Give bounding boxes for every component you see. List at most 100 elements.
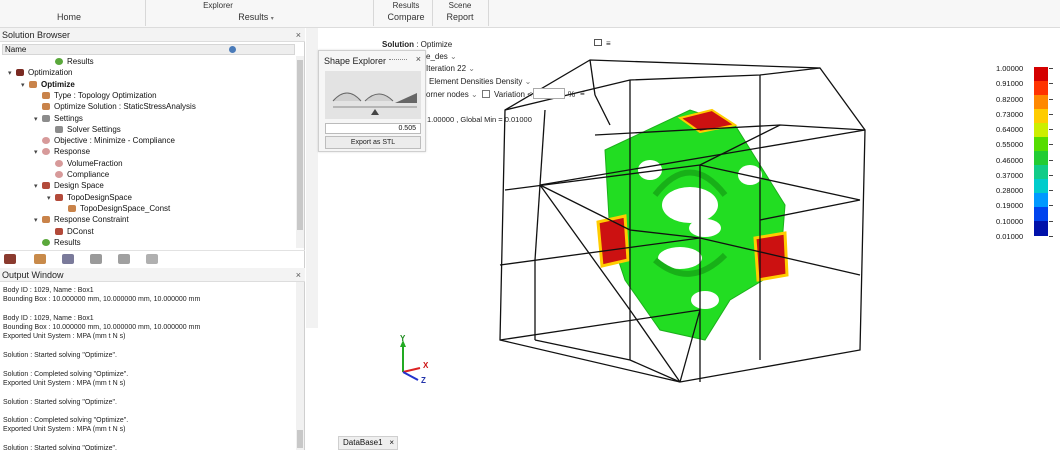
expand-arrow-icon[interactable]: ▾: [8, 68, 16, 79]
expand-arrow-icon[interactable]: ▾: [34, 181, 42, 192]
tree-item[interactable]: Objective : Minimize - Compliance: [34, 135, 175, 146]
shape-explorer-title: Shape Explorer: [324, 56, 387, 66]
scrollbar-thumb[interactable]: [297, 60, 303, 230]
legend-swatch: [1034, 67, 1048, 82]
home-tab[interactable]: Home: [52, 12, 86, 22]
legend-value: 0.73000: [996, 109, 1024, 119]
design-space-icon: [42, 182, 50, 190]
tree-item[interactable]: Compliance: [47, 169, 109, 180]
tree-item-label: Solver Settings: [67, 124, 121, 134]
result-type-selector[interactable]: Element Densities Density ⌄: [429, 77, 531, 86]
legend-swatch: [1034, 221, 1048, 236]
tree-item[interactable]: ▾ Optimization: [8, 67, 72, 78]
legend-tick: [1049, 174, 1053, 176]
analysis-tool-icon[interactable]: [34, 254, 46, 264]
shape-slider-panel: [325, 71, 421, 119]
results-menu-button[interactable]: Results ▾: [236, 12, 276, 22]
tree-item-label: Response: [54, 147, 91, 157]
mesh-tool-icon[interactable]: [62, 254, 74, 264]
expand-arrow-icon[interactable]: ▾: [34, 147, 42, 158]
explorer-button[interactable]: Explorer: [198, 1, 238, 10]
legend-tick: [1049, 220, 1053, 222]
output-scrollbar[interactable]: [296, 282, 304, 450]
solution-browser-title: Solution Browser: [2, 30, 71, 40]
variation-checkbox[interactable]: [482, 90, 490, 98]
tree-item[interactable]: Results: [34, 237, 81, 248]
scrollbar-thumb[interactable]: [297, 430, 303, 448]
chevron-down-icon: ⌄: [524, 77, 532, 86]
close-icon[interactable]: ×: [416, 54, 421, 64]
close-icon[interactable]: ×: [296, 268, 301, 282]
legend-swatch: [1034, 179, 1048, 194]
menu-icon[interactable]: ≡: [580, 89, 585, 98]
output-window-title: Output Window: [2, 270, 64, 280]
name-column-header[interactable]: Name: [2, 44, 295, 55]
tree-item[interactable]: TopoDesignSpace_Const: [60, 203, 170, 214]
percent-label: %: [568, 90, 576, 99]
legend-value: 1.00000: [996, 64, 1024, 73]
variation-input[interactable]: [533, 88, 565, 99]
legend-value: 0.82000: [996, 94, 1024, 104]
tree-item[interactable]: Solver Settings: [47, 124, 121, 135]
export-stl-button[interactable]: Export as STL: [325, 136, 421, 149]
database-tab[interactable]: DataBase1 ×: [338, 436, 398, 450]
global-range-text: 1.00000 , Global Min = 0.01000: [427, 115, 532, 124]
tree-item[interactable]: ▾ Response: [34, 146, 90, 157]
tree-item-label: Type : Topology Optimization: [54, 90, 157, 100]
tree-item[interactable]: ▾ Settings: [34, 113, 83, 124]
legend-value: 0.28000: [996, 186, 1024, 196]
objective-icon: [42, 137, 50, 145]
expand-arrow-icon[interactable]: ▾: [21, 80, 29, 91]
legend-value: 0.01000: [996, 232, 1024, 241]
legend-swatch: [1034, 151, 1048, 166]
output-window: Output Window × Body ID : 1029, Name : B…: [0, 268, 305, 450]
tree-item[interactable]: Optimize Solution : StaticStressAnalysis: [34, 101, 196, 112]
ribbon-separator: [373, 0, 374, 26]
tree-item[interactable]: ▾ Optimize: [21, 79, 75, 90]
chevron-down-icon: ⌄: [450, 52, 457, 61]
material-tool-icon[interactable]: [90, 254, 102, 264]
expand-arrow-icon[interactable]: ▾: [34, 215, 42, 226]
scene-top: Scene: [448, 1, 472, 10]
legend-swatch: [1034, 207, 1048, 222]
tree-item[interactable]: Results: [47, 56, 94, 67]
tree-item[interactable]: DConst: [47, 226, 94, 237]
tree-item[interactable]: ▾ Design Space: [34, 180, 104, 191]
tree-item[interactable]: ▾ Response Constraint: [34, 214, 129, 225]
legend-swatch: [1034, 165, 1048, 180]
tree-item-label: Settings: [54, 113, 83, 123]
globe-icon[interactable]: [229, 46, 236, 53]
tree-item[interactable]: VolumeFraction: [47, 158, 123, 169]
results-icon: [55, 58, 63, 65]
view-tool-icon[interactable]: [118, 254, 130, 264]
save-icon[interactable]: [594, 39, 602, 46]
report-tool-icon[interactable]: [146, 254, 158, 264]
tree-item-label: Results: [67, 57, 94, 66]
geometry-tool-icon[interactable]: [4, 254, 16, 264]
tree-scrollbar[interactable]: [296, 56, 304, 248]
variation-label: Variation <: [494, 90, 532, 99]
tree-item-label: Compliance: [67, 170, 110, 179]
results-icon: [42, 238, 50, 246]
expand-arrow-icon[interactable]: ▾: [47, 193, 55, 204]
design-selector[interactable]: e_des ⌄: [426, 52, 457, 61]
expand-arrow-icon[interactable]: ▾: [34, 114, 42, 125]
solution-browser: Solution Browser × Name Results ▾ Optimiza…: [0, 28, 305, 268]
x-axis-label: X: [423, 361, 429, 370]
threshold-input[interactable]: 0.505: [325, 123, 421, 134]
tree-item[interactable]: ▾ TopoDesignSpace: [47, 192, 132, 203]
tree-item[interactable]: Type : Topology Optimization: [34, 90, 157, 101]
tree-item-label: TopoDesignSpace: [67, 192, 132, 202]
tree-item-label: Optimize Solution : StaticStressAnalysis: [54, 102, 196, 112]
close-icon[interactable]: ×: [389, 437, 394, 449]
iteration-selector[interactable]: Iteration 22 ⌄: [426, 64, 475, 73]
report-button[interactable]: Report: [440, 12, 480, 22]
corner-nodes-option[interactable]: orner nodes ⌄: [426, 90, 478, 99]
legend-value: 0.64000: [996, 125, 1024, 135]
corner-nodes-label: orner nodes: [426, 90, 469, 99]
drag-handle[interactable]: [389, 59, 407, 60]
close-icon[interactable]: ×: [296, 28, 301, 42]
menu-icon[interactable]: ≡: [606, 39, 611, 48]
compare-button[interactable]: Compare: [384, 12, 428, 22]
chevron-down-icon: ⌄: [468, 64, 475, 73]
